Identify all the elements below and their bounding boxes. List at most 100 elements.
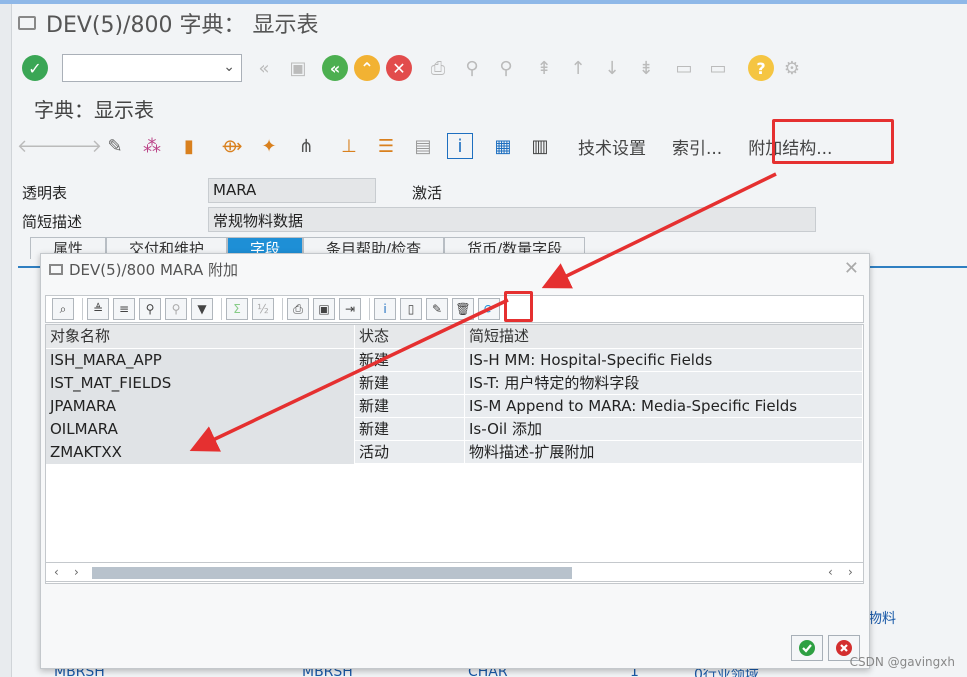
edit-icon[interactable]: ✎ [426, 298, 448, 320]
refresh-icon[interactable]: ⟳ [478, 298, 500, 320]
dialog-title-row: DEV(5)/800 MARA 附加 [49, 259, 238, 280]
description-cell: IS-T: 用户特定的物料字段 [465, 372, 863, 395]
close-icon[interactable]: ✕ [844, 258, 859, 279]
back-icon[interactable]: « [322, 55, 348, 81]
stack-icon[interactable]: ☰ [373, 133, 399, 159]
cancel-icon[interactable]: ✕ [386, 55, 412, 81]
window-title: DEV(5)/800 字典： 显示表 [46, 13, 319, 38]
settings-gear-icon[interactable]: ⚙ [780, 56, 804, 80]
sum-icon[interactable]: Σ [226, 298, 248, 320]
standard-toolbar: ✓ ⌄ « ▣ « ⌃ ✕ ⎙ ⚲ ⚲ ⇞ ↑ ↓ ⇟ ▭ ▭ ? ⚙ [22, 52, 804, 84]
help-icon[interactable]: ? [748, 55, 774, 81]
back-double-icon[interactable]: « [252, 56, 276, 80]
find-icon[interactable]: ⚲ [460, 56, 484, 80]
print-icon[interactable]: ⎙ [287, 298, 309, 320]
enter-icon[interactable]: ✓ [22, 55, 48, 81]
table-row[interactable]: ISH_MARA_APP 新建 IS-H MM: Hospital-Specif… [46, 349, 863, 372]
export-icon[interactable]: ⇥ [339, 298, 361, 320]
status-cell: 新建 [355, 418, 465, 441]
subtotal-icon[interactable]: ½ [252, 298, 274, 320]
top-accent-bar [0, 0, 967, 4]
find-next-icon[interactable]: ⚲ [165, 298, 187, 320]
command-field[interactable]: ⌄ [62, 54, 242, 82]
views-icon[interactable]: ▣ [313, 298, 335, 320]
scroll-left-icon[interactable]: ‹ [828, 565, 833, 579]
description-cell: Is-Oil 添加 [465, 418, 863, 441]
graphic-icon[interactable]: ▦ [490, 133, 516, 159]
navigation-icon[interactable]: ⋔ [293, 133, 319, 159]
object-name-cell[interactable]: ISH_MARA_APP [46, 349, 355, 372]
object-name-cell[interactable]: IST_MAT_FIELDS [46, 372, 355, 395]
watermark: CSDN @gavingxh [849, 655, 955, 669]
scroll-right-icon[interactable]: › [848, 565, 853, 579]
annotation-highlight-box [772, 119, 894, 164]
short-description-field[interactable]: 常规物料数据 [208, 207, 816, 232]
last-page-icon[interactable]: ⇟ [634, 56, 658, 80]
display-change-icon[interactable]: ✎ [102, 133, 128, 159]
column-header[interactable]: 简短描述 [465, 325, 863, 348]
transparent-table-label: 透明表 [22, 184, 68, 202]
table-row[interactable]: OILMARA 新建 Is-Oil 添加 [46, 418, 863, 441]
indexes-button[interactable]: 索引... [672, 134, 722, 159]
document-icon[interactable]: ▤ [410, 133, 436, 159]
sort-descending-icon[interactable]: ≡ [113, 298, 135, 320]
dialog-title: DEV(5)/800 MARA 附加 [69, 261, 239, 279]
create-icon[interactable]: ▯ [400, 298, 422, 320]
hierarchy-icon[interactable]: ⊥ [336, 133, 362, 159]
where-used-icon[interactable]: ✦ [256, 133, 282, 159]
screen-title: 字典：显示表 [34, 98, 154, 122]
scroll-thumb[interactable] [92, 567, 572, 579]
scroll-right-icon[interactable]: › [74, 565, 79, 579]
arrow-left-icon[interactable]: 🡐 [17, 133, 65, 159]
column-header[interactable]: 对象名称 [46, 325, 355, 348]
table-contents-icon[interactable]: ▥ [527, 133, 553, 159]
dialog-menu-icon[interactable] [49, 264, 63, 275]
other-object-icon[interactable]: ⁂ [139, 133, 165, 159]
background-field-text: 物料 [868, 611, 896, 627]
window-title-row: DEV(5)/800 字典： 显示表 [18, 8, 318, 38]
filter-icon[interactable]: ▼ [191, 298, 213, 320]
activation-status: 激活 [412, 184, 443, 202]
alv-toolbar: ⌕ ≜ ≡ ⚲ ⚲ ▼ Σ ½ ⎙ ▣ ⇥ i ▯ ✎ 🗑 ⟳ [45, 295, 864, 323]
column-header[interactable]: 状态 [355, 325, 465, 348]
arrow-right-icon[interactable]: 🡒 [54, 133, 102, 159]
table-row[interactable]: ZMAKTXX 活动 物料描述-扩展附加 [46, 441, 863, 464]
print-icon[interactable]: ⎙ [426, 56, 450, 80]
left-background-strip [0, 4, 12, 677]
activate-icon[interactable]: ⟴ [219, 133, 245, 159]
delete-icon[interactable]: 🗑 [452, 298, 474, 320]
find-icon[interactable]: ⚲ [139, 298, 161, 320]
next-page-icon[interactable]: ↓ [600, 56, 624, 80]
info-icon[interactable]: i [447, 133, 473, 159]
table-row[interactable]: JPAMARA 新建 IS-M Append to MARA: Media-Sp… [46, 395, 863, 418]
info-icon[interactable]: i [374, 298, 396, 320]
status-cell: 新建 [355, 372, 465, 395]
description-cell: IS-H MM: Hospital-Specific Fields [465, 349, 863, 372]
find-next-icon[interactable]: ⚲ [494, 56, 518, 80]
sort-ascending-icon[interactable]: ≜ [87, 298, 109, 320]
shortcut-icon[interactable]: ▭ [706, 56, 730, 80]
new-session-icon[interactable]: ▭ [672, 56, 696, 80]
details-icon[interactable]: ⌕ [52, 298, 74, 320]
first-page-icon[interactable]: ⇞ [532, 56, 556, 80]
object-name-cell[interactable]: JPAMARA [46, 395, 355, 418]
transparent-table-field[interactable]: MARA [208, 178, 376, 203]
confirm-button[interactable] [791, 635, 823, 661]
chevron-down-icon[interactable]: ⌄ [223, 59, 235, 75]
append-structures-grid: 对象名称 状态 简短描述 ISH_MARA_APP 新建 IS-H MM: Ho… [45, 324, 864, 584]
exit-icon[interactable]: ⌃ [354, 55, 380, 81]
short-description-label: 简短描述 [22, 213, 83, 231]
scroll-left-icon[interactable]: ‹ [54, 565, 59, 579]
annotation-highlight-box [504, 291, 533, 322]
description-cell: IS-M Append to MARA: Media-Specific Fiel… [465, 395, 863, 418]
tech-settings-button[interactable]: 技术设置 [578, 134, 646, 159]
window-menu-icon[interactable] [18, 16, 36, 30]
checkmark-icon [799, 640, 815, 656]
horizontal-scrollbar[interactable]: ‹ › ‹ › [45, 562, 864, 582]
object-name-cell[interactable]: OILMARA [46, 418, 355, 441]
check-icon[interactable]: ▮ [176, 133, 202, 159]
save-icon[interactable]: ▣ [286, 56, 310, 80]
previous-page-icon[interactable]: ↑ [566, 56, 590, 80]
table-row[interactable]: IST_MAT_FIELDS 新建 IS-T: 用户特定的物料字段 [46, 372, 863, 395]
object-name-cell[interactable]: ZMAKTXX [46, 441, 355, 464]
